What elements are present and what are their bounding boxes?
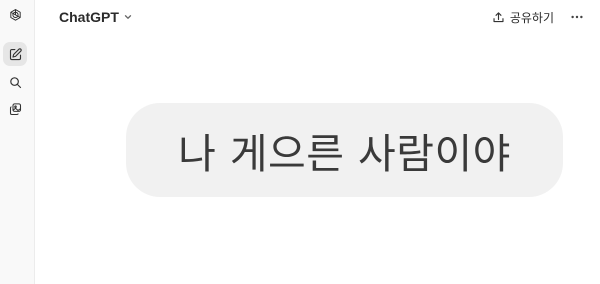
images-icon: [9, 102, 21, 115]
openai-logo-icon[interactable]: [3, 3, 27, 27]
sidebar: [0, 0, 35, 284]
new-chat-button[interactable]: [3, 42, 27, 66]
search-button[interactable]: [3, 70, 27, 94]
chat-app: ChatGPT 공유하기 나 게으른 사람이야: [0, 0, 600, 284]
user-message-text: 나 게으른 사람이야: [178, 130, 511, 178]
model-selector[interactable]: ChatGPT: [53, 6, 139, 28]
share-button[interactable]: 공유하기: [486, 6, 560, 28]
more-horizontal-icon: [571, 15, 583, 19]
top-bar: ChatGPT 공유하기: [35, 0, 600, 34]
model-name: ChatGPT: [59, 9, 119, 25]
user-message-bubble: 나 게으른 사람이야: [126, 103, 563, 197]
library-button[interactable]: [3, 97, 27, 121]
share-label: 공유하기: [509, 10, 554, 25]
search-icon: [9, 76, 21, 88]
edit-icon: [9, 47, 22, 60]
more-options-button[interactable]: [566, 6, 588, 28]
upload-icon: [493, 11, 504, 22]
chevron-down-icon: [124, 15, 132, 19]
